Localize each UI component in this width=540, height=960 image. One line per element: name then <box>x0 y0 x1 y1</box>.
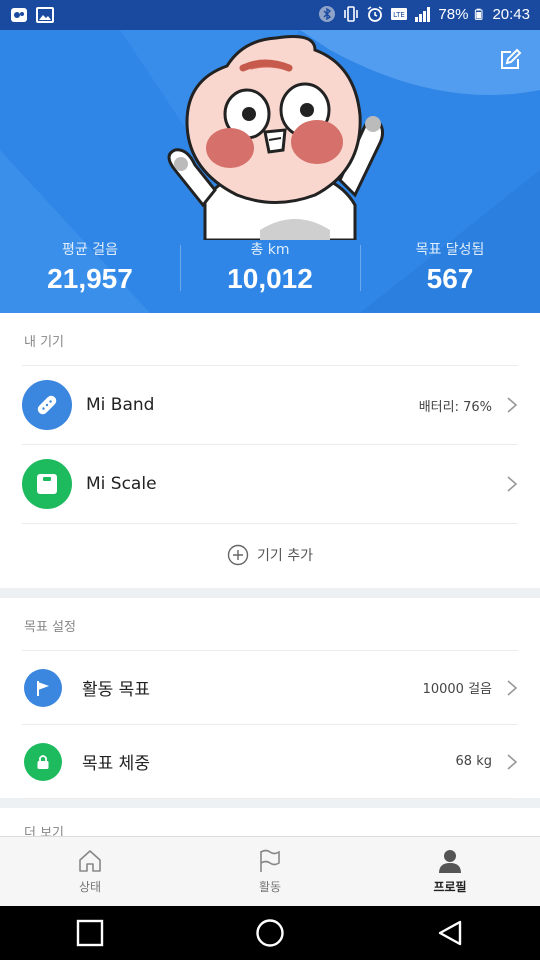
circle-icon <box>256 919 284 947</box>
goal-row-activity[interactable]: 활동 목표 10000 걸음 <box>22 651 518 725</box>
device-row-mi-scale[interactable]: Mi Scale <box>22 445 518 524</box>
back-triangle-icon <box>438 920 462 946</box>
chevron-right-icon <box>507 476 518 492</box>
flag-icon <box>24 668 62 707</box>
stats-row: 평균 걸음 21,957 총 km 10,012 목표 달성됨 567 <box>0 235 540 305</box>
tab-label: 프로필 <box>433 880 467 894</box>
goal-settings-card: 목표 설정 활동 목표 10000 걸음 목표 체중 68 kg <box>0 598 540 799</box>
vibrate-icon <box>344 6 359 22</box>
add-device-button[interactable]: 기기 추가 <box>0 524 540 586</box>
tab-status[interactable]: 상태 <box>0 837 180 906</box>
svg-text:LTE: LTE <box>394 11 406 19</box>
alarm-icon <box>367 6 383 22</box>
tab-label: 활동 <box>258 880 282 894</box>
my-devices-card: 내 기기 Mi Band 배터리: 76% Mi Scale 기기 추가 <box>0 313 540 588</box>
system-navigation-bar <box>0 906 540 960</box>
stat-total-km: 총 km 10,012 <box>180 235 360 305</box>
tab-activity[interactable]: 활동 <box>180 837 360 906</box>
device-name: Mi Scale <box>86 474 157 494</box>
chevron-right-icon <box>507 679 518 696</box>
square-icon <box>76 919 104 947</box>
more-card-peek: 더 보기 <box>0 808 540 836</box>
add-device-label: 기기 추가 <box>257 548 313 564</box>
goal-name: 활동 목표 <box>82 680 150 700</box>
chevron-right-icon <box>507 753 518 770</box>
stat-average-steps: 평균 걸음 21,957 <box>0 235 180 305</box>
goal-value: 10000 걸음 <box>422 682 492 697</box>
goal-name: 목표 체중 <box>82 754 150 774</box>
recents-button[interactable] <box>60 911 120 955</box>
lte-icon: LTE <box>391 8 408 20</box>
flag-outline-icon <box>260 849 280 872</box>
status-bar: LTE 78% 20:43 <box>0 0 540 30</box>
goal-row-weight[interactable]: 목표 체중 68 kg <box>22 725 518 799</box>
goal-settings-title: 목표 설정 <box>24 620 76 635</box>
clock: 20:43 <box>492 5 530 23</box>
bluetooth-icon <box>319 6 336 22</box>
stat-label: 평균 걸음 <box>62 242 118 258</box>
my-devices-title: 내 기기 <box>24 335 65 350</box>
band-icon <box>22 380 72 430</box>
tab-label: 상태 <box>78 880 102 894</box>
gallery-icon <box>36 7 54 23</box>
home-icon <box>79 850 101 872</box>
battery-icon <box>475 8 483 20</box>
section-title: 목표 설정 <box>22 598 518 651</box>
stat-goals-achieved: 목표 달성됨 567 <box>360 235 540 305</box>
device-battery: 배터리: 76% <box>418 399 492 415</box>
edit-profile-icon[interactable] <box>498 48 522 72</box>
plus-circle-icon <box>227 544 249 566</box>
goal-value: 68 kg <box>455 754 492 769</box>
device-row-mi-band[interactable]: Mi Band 배터리: 76% <box>22 366 518 445</box>
stat-value: 21,957 <box>47 263 133 294</box>
scale-icon <box>22 459 72 509</box>
profile-avatar[interactable] <box>165 30 387 240</box>
chevron-right-icon <box>507 397 518 413</box>
stat-value: 567 <box>426 263 474 294</box>
tab-profile[interactable]: 프로필 <box>360 837 540 906</box>
profile-header: 평균 걸음 21,957 총 km 10,012 목표 달성됨 567 <box>0 30 540 313</box>
stat-label: 목표 달성됨 <box>415 242 485 258</box>
device-name: Mi Band <box>86 395 155 415</box>
bottom-tab-bar: 상태 활동 프로필 <box>0 836 540 906</box>
stat-value: 10,012 <box>227 263 313 294</box>
person-icon <box>439 850 461 873</box>
signal-icon <box>415 7 431 22</box>
stat-label: 총 km <box>250 242 290 258</box>
more-section-title: 더 보기 <box>24 826 65 836</box>
home-button[interactable] <box>240 911 300 955</box>
battery-percent: 78% <box>438 5 469 23</box>
notification-app-icon <box>11 8 27 22</box>
lock-icon <box>24 742 62 781</box>
section-title: 내 기기 <box>22 313 518 366</box>
back-button[interactable] <box>420 911 480 955</box>
